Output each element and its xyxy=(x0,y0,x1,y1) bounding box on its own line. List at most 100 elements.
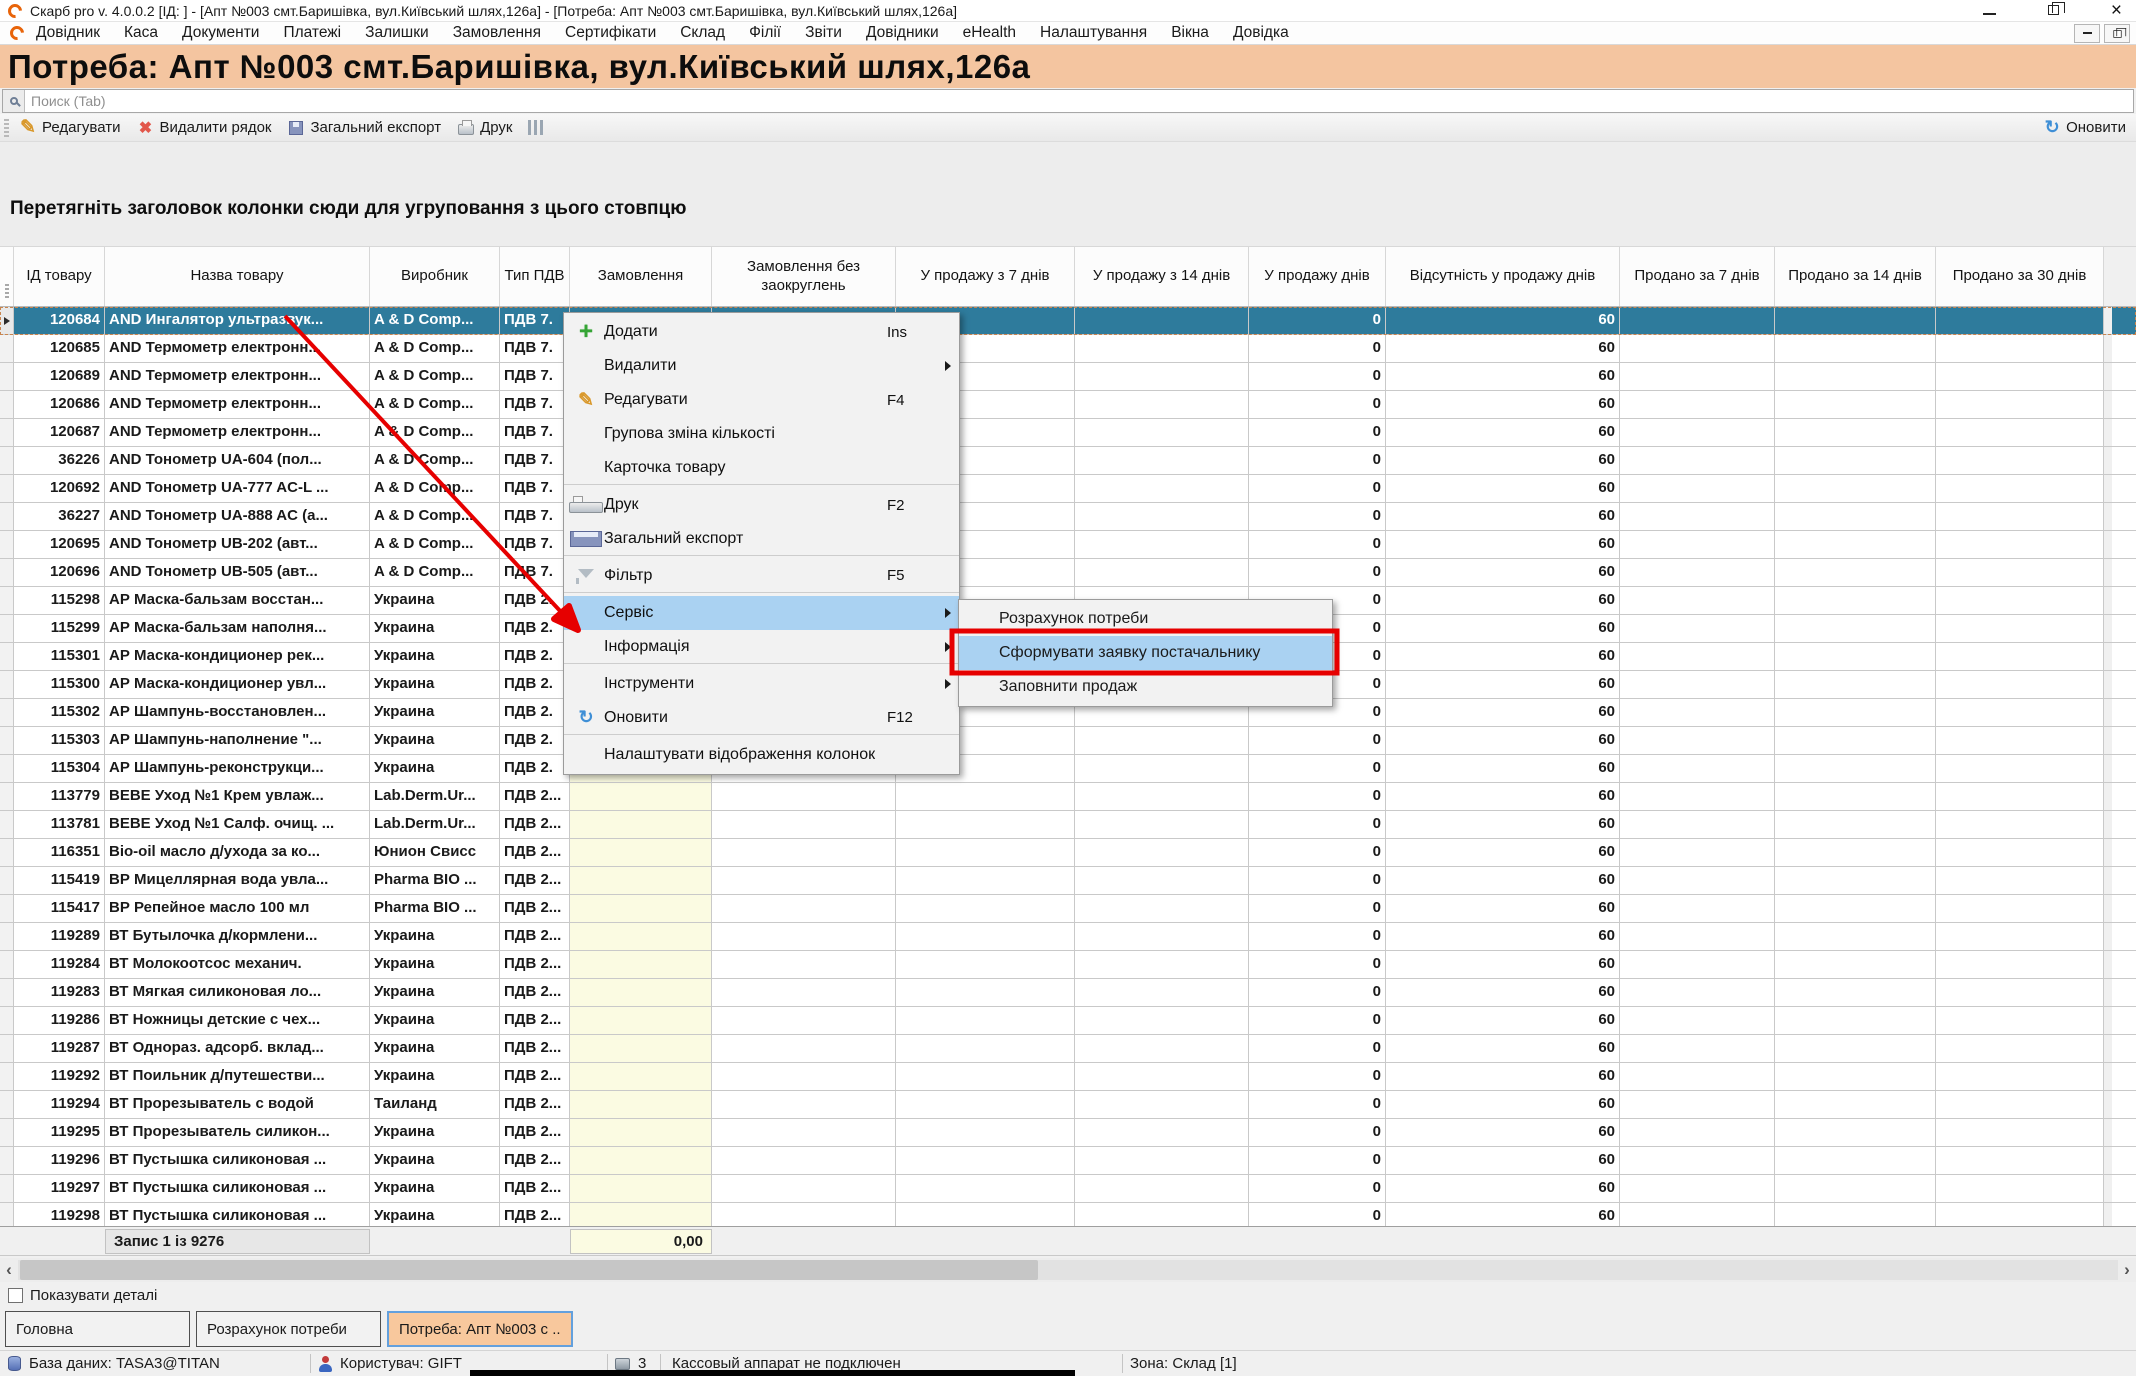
mdi-minimize-button[interactable] xyxy=(2074,24,2100,43)
column-header-order-no-rounding[interactable]: Замовлення без заокруглень xyxy=(712,247,896,306)
context-menu-item[interactable]: Друк F2 xyxy=(564,488,959,522)
refresh-button[interactable]: Оновити xyxy=(2043,119,2126,137)
column-header-manufacturer[interactable]: Виробник xyxy=(370,247,500,306)
scroll-right-icon[interactable]: › xyxy=(2118,1258,2136,1282)
toolbar-button[interactable]: Редагувати xyxy=(19,119,121,137)
table-row[interactable]: 120695 AND Тонометр UB-202 (авт... A & D… xyxy=(0,531,2136,559)
column-header-order[interactable]: Замовлення xyxy=(570,247,712,306)
restore-button[interactable] xyxy=(2048,2,2059,20)
show-details-checkbox[interactable] xyxy=(8,1288,23,1303)
toolbar-button[interactable]: Загальний експорт xyxy=(287,119,441,137)
menu-item[interactable]: Довідник xyxy=(36,24,100,42)
minimize-button[interactable] xyxy=(1983,2,1996,20)
cell-order[interactable] xyxy=(570,1035,712,1062)
menu-item[interactable]: Замовлення xyxy=(453,24,541,42)
table-row[interactable]: 113779 BEBE Уход №1 Крем увлаж... Lab.De… xyxy=(0,783,2136,811)
toolbar-drag-handle-icon[interactable] xyxy=(4,119,9,137)
context-menu-item[interactable]: Оновити F12 xyxy=(564,701,959,735)
column-header-on-sale-14[interactable]: У продажу з 14 днів xyxy=(1075,247,1249,306)
menu-item[interactable]: Довідники xyxy=(866,24,939,42)
context-menu-item[interactable]: Групова зміна кількості xyxy=(564,417,959,451)
table-row[interactable]: 119286 ВТ Ножницы детские с чех... Украи… xyxy=(0,1007,2136,1035)
table-row[interactable]: 119289 ВТ Бутылочка д/кормлени... Украин… xyxy=(0,923,2136,951)
cell-order[interactable] xyxy=(570,923,712,950)
window-tab[interactable]: Розрахунок потреби xyxy=(196,1311,381,1347)
table-row[interactable]: 119295 ВТ Прорезыватель силикон... Украи… xyxy=(0,1119,2136,1147)
menu-item[interactable]: Документи xyxy=(182,24,259,42)
column-header-sold-30[interactable]: Продано за 30 днів xyxy=(1936,247,2104,306)
menu-item[interactable]: Налаштування xyxy=(1040,24,1147,42)
table-row[interactable]: 120696 AND Тонометр UB-505 (авт... A & D… xyxy=(0,559,2136,587)
table-row[interactable]: 119284 ВТ Молокоотсос механич. Украина П… xyxy=(0,951,2136,979)
table-row[interactable]: 116351 Bio-oil масло д/ухода за ко... Юн… xyxy=(0,839,2136,867)
table-row[interactable]: 119292 ВТ Поильник д/путешестви... Украи… xyxy=(0,1063,2136,1091)
context-menu-item[interactable]: Сервіс xyxy=(564,596,959,630)
context-menu-item[interactable]: Фільтр F5 xyxy=(564,559,959,593)
menu-item[interactable]: Сертифікати xyxy=(565,24,656,42)
cell-order[interactable] xyxy=(570,1175,712,1202)
table-row[interactable]: 113781 BEBE Уход №1 Салф. очищ. ... Lab.… xyxy=(0,811,2136,839)
table-row[interactable]: 119287 ВТ Однораз. адсорб. вклад... Укра… xyxy=(0,1035,2136,1063)
table-row[interactable]: 120684 AND Ингалятор ультразвук... A & D… xyxy=(0,307,2136,335)
menu-item[interactable]: Залишки xyxy=(365,24,429,42)
context-menu-item[interactable]: Загальний експорт xyxy=(564,522,959,556)
menu-item[interactable]: Склад xyxy=(680,24,725,42)
table-row[interactable]: 115303 АР Шампунь-наполнение "... Украин… xyxy=(0,727,2136,755)
menu-item[interactable]: Платежі xyxy=(283,24,341,42)
table-row[interactable]: 120687 AND Термометр електронн... A & D … xyxy=(0,419,2136,447)
cell-order[interactable] xyxy=(570,1063,712,1090)
menu-item[interactable]: eHealth xyxy=(963,24,1016,42)
column-header-sold-14[interactable]: Продано за 14 днів xyxy=(1775,247,1936,306)
table-row[interactable]: 36226 AND Тонометр UA-604 (пол... A & D … xyxy=(0,447,2136,475)
scrollbar-thumb[interactable] xyxy=(20,1260,1038,1280)
window-tab[interactable]: Головна xyxy=(5,1311,190,1347)
cell-order[interactable] xyxy=(570,1091,712,1118)
mdi-restore-button[interactable] xyxy=(2104,24,2130,43)
column-header-vat-type[interactable]: Тип ПДВ xyxy=(500,247,570,306)
table-row[interactable]: 36227 AND Тонометр UA-888 AC (а... A & D… xyxy=(0,503,2136,531)
search-input[interactable] xyxy=(25,90,2133,112)
table-row[interactable]: 120692 AND Тонометр UA-777 AC-L ... A & … xyxy=(0,475,2136,503)
table-row[interactable]: 115419 ВР Мицеллярная вода увла... Pharm… xyxy=(0,867,2136,895)
submenu-item[interactable]: Розрахунок потреби xyxy=(959,602,1332,636)
context-menu-item[interactable]: Інформація xyxy=(564,630,959,664)
submenu-item[interactable]: Заповнити продаж xyxy=(959,670,1332,704)
toolbar-button[interactable]: Видалити рядок xyxy=(137,119,272,137)
cell-order[interactable] xyxy=(570,1147,712,1174)
column-header-product-id[interactable]: ІД товару xyxy=(14,247,105,306)
cell-order[interactable] xyxy=(570,1007,712,1034)
table-row[interactable]: 119298 ВТ Пустышка силиконовая ... Украи… xyxy=(0,1203,2136,1226)
horizontal-scrollbar[interactable]: ‹ › xyxy=(0,1258,2136,1282)
context-menu-item[interactable]: Інструменти xyxy=(564,667,959,701)
table-row[interactable]: 119294 ВТ Прорезыватель с водой Таиланд … xyxy=(0,1091,2136,1119)
context-menu-item[interactable]: Карточка товару xyxy=(564,451,959,485)
cell-order[interactable] xyxy=(570,895,712,922)
table-row[interactable]: 115304 АР Шампунь-реконструкци... Украин… xyxy=(0,755,2136,783)
table-row[interactable]: 119297 ВТ Пустышка силиконовая ... Украи… xyxy=(0,1175,2136,1203)
table-row[interactable]: 119296 ВТ Пустышка силиконовая ... Украи… xyxy=(0,1147,2136,1175)
menu-item[interactable]: Філії xyxy=(749,24,781,42)
toolbar-button[interactable] xyxy=(528,120,548,135)
window-tab[interactable]: Потреба: Апт №003 с .. xyxy=(387,1311,573,1347)
cell-order[interactable] xyxy=(570,839,712,866)
cell-order[interactable] xyxy=(570,1203,712,1226)
cell-order[interactable] xyxy=(570,1119,712,1146)
context-menu-item[interactable]: Налаштувати відображення колонок xyxy=(564,738,959,772)
menu-item[interactable]: Каса xyxy=(124,24,158,42)
cell-order[interactable] xyxy=(570,979,712,1006)
column-header-on-sale-days[interactable]: У продажу днів xyxy=(1249,247,1386,306)
table-row[interactable]: 120689 AND Термометр електронн... A & D … xyxy=(0,363,2136,391)
close-button[interactable]: × xyxy=(2111,4,2122,18)
table-row[interactable]: 119283 ВТ Мягкая силиконовая ло... Украи… xyxy=(0,979,2136,1007)
table-row[interactable]: 120685 AND Термометр електронн... A & D … xyxy=(0,335,2136,363)
menu-item[interactable]: Довідка xyxy=(1233,24,1289,42)
cell-order[interactable] xyxy=(570,867,712,894)
table-row[interactable]: 120686 AND Термометр електронн... A & D … xyxy=(0,391,2136,419)
context-menu-item[interactable]: Додати Ins xyxy=(564,315,959,349)
cell-order[interactable] xyxy=(570,783,712,810)
column-header-sold-7[interactable]: Продано за 7 днів xyxy=(1620,247,1775,306)
group-by-panel[interactable]: Перетягніть заголовок колонки сюди для у… xyxy=(0,142,2136,247)
cell-order[interactable] xyxy=(570,811,712,838)
column-header-product-name[interactable]: Назва товару xyxy=(105,247,370,306)
context-menu-item[interactable]: Редагувати F4 xyxy=(564,383,959,417)
